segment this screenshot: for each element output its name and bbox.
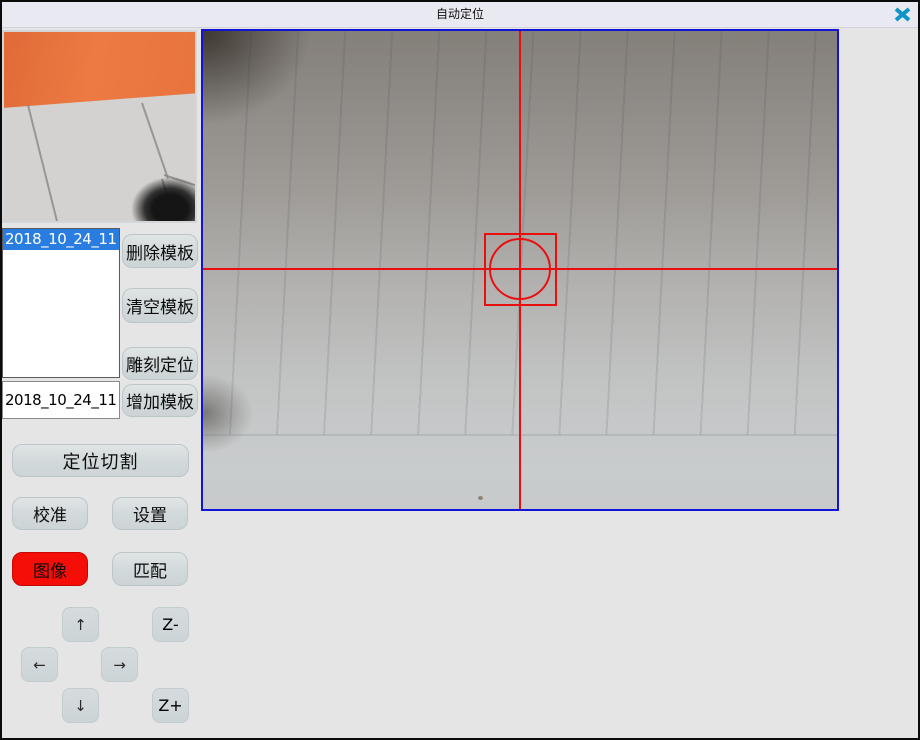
clear-templates-button[interactable]: 清空模板 bbox=[122, 288, 198, 323]
thumbnail-tile-line bbox=[141, 103, 169, 179]
match-button[interactable]: 匹配 bbox=[112, 552, 188, 586]
dialog-title: 自动定位 bbox=[436, 5, 484, 22]
delete-template-button[interactable]: 删除模板 bbox=[122, 234, 198, 268]
template-list-item[interactable]: 2018_10_24_11 bbox=[3, 229, 119, 250]
arrow-right-icon: → bbox=[113, 656, 126, 674]
template-list[interactable]: 2018_10_24_11 bbox=[2, 228, 120, 378]
settings-button[interactable]: 设置 bbox=[112, 497, 188, 530]
jog-right-button[interactable]: → bbox=[101, 647, 138, 682]
thumbnail-orange-board bbox=[2, 32, 197, 108]
jog-z-plus-button[interactable]: Z+ bbox=[152, 688, 189, 723]
thumbnail-tile-line bbox=[27, 105, 60, 223]
jog-down-button[interactable]: ↓ bbox=[62, 688, 99, 723]
image-button[interactable]: 图像 bbox=[12, 552, 88, 586]
jog-z-minus-button[interactable]: Z- bbox=[152, 607, 189, 642]
position-cut-button[interactable]: 定位切割 bbox=[12, 444, 189, 477]
template-name-input[interactable] bbox=[2, 381, 120, 419]
jog-up-button[interactable]: ↑ bbox=[62, 607, 99, 642]
engrave-position-button[interactable]: 雕刻定位 bbox=[122, 347, 198, 380]
title-bar: 自动定位 bbox=[0, 0, 920, 28]
close-icon[interactable] bbox=[893, 6, 911, 22]
thumbnail-dark-blob bbox=[131, 177, 197, 223]
jog-left-button[interactable]: ← bbox=[21, 647, 58, 682]
calibrate-button[interactable]: 校准 bbox=[12, 497, 88, 530]
target-circle-overlay bbox=[489, 238, 551, 300]
template-thumbnail bbox=[2, 30, 197, 223]
camera-speck bbox=[478, 496, 483, 500]
add-template-button[interactable]: 增加模板 bbox=[122, 384, 198, 417]
camera-view[interactable] bbox=[201, 29, 839, 511]
arrow-down-icon: ↓ bbox=[74, 697, 87, 715]
arrow-left-icon: ← bbox=[33, 656, 46, 674]
arrow-up-icon: ↑ bbox=[74, 616, 87, 634]
auto-position-dialog: 自动定位 2018_10_24_11 删除模板 清空模板 雕刻定位 增加模板 定… bbox=[0, 0, 920, 740]
